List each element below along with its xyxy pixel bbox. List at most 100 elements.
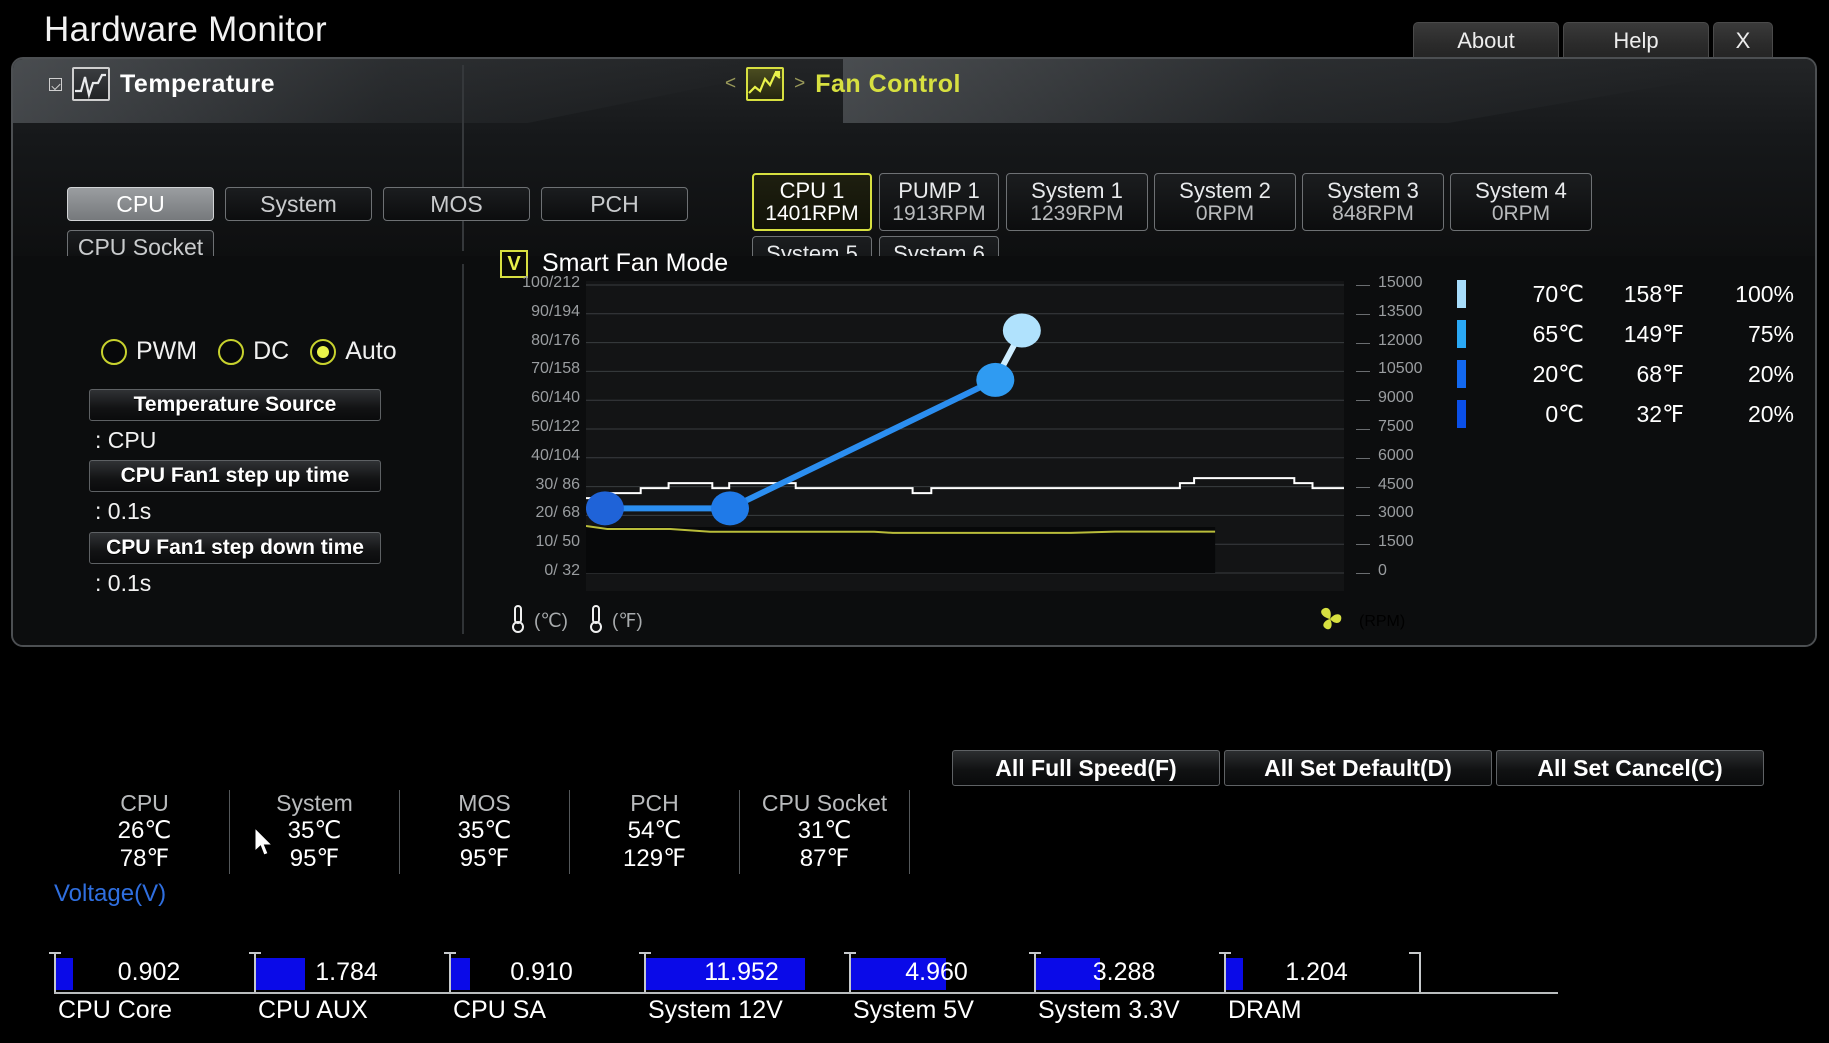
radio-dc-label: DC <box>253 337 289 366</box>
legend-percent: 20% <box>1684 401 1794 428</box>
step-down-time-value: : 0.1s <box>89 570 381 597</box>
voltage-rail-label: DRAM <box>1228 996 1302 1025</box>
temp-source-mos[interactable]: MOS <box>383 187 530 221</box>
legend-celsius: 0℃ <box>1498 401 1584 428</box>
step-up-time-label[interactable]: CPU Fan1 step up time <box>89 460 381 492</box>
chart-y-tick-right: 0 <box>1378 562 1387 580</box>
temp-summary-name: System <box>236 790 393 817</box>
fan-tab-system2[interactable]: System 2 0RPM <box>1154 173 1296 231</box>
temp-summary-celsius: 35℃ <box>406 817 563 845</box>
chart-y-tick-left: 90/194 <box>531 303 580 321</box>
temp-summary-name: CPU Socket <box>746 790 903 817</box>
chart-tick-mark <box>1356 487 1370 488</box>
fan-tab-cpu1[interactable]: CPU 1 1401RPM <box>752 173 872 231</box>
radio-auto-indicator <box>310 339 336 365</box>
legend-swatch <box>1457 400 1466 428</box>
body-divider <box>462 264 464 634</box>
voltage-rail: 1.204DRAM <box>1224 952 1419 1022</box>
voltage-rail-label: System 12V <box>648 996 783 1025</box>
temp-summary-cell: PCH 54℃ 129℉ <box>570 790 740 874</box>
header-divider <box>462 65 464 251</box>
legend-celsius: 70℃ <box>1498 281 1584 308</box>
temp-source-pch[interactable]: PCH <box>541 187 688 221</box>
chart-y-tick-right: 3000 <box>1378 504 1414 522</box>
voltage-rail-label: CPU SA <box>453 996 546 1025</box>
fan-mode-radio-group: PWM DC Auto <box>101 337 410 366</box>
temp-summary-fahrenheit: 95℉ <box>236 845 393 873</box>
page-title: Hardware Monitor <box>44 10 327 50</box>
temperature-source-label[interactable]: Temperature Source <box>89 389 381 421</box>
chart-unit-legend: (℃) (℉) <box>508 604 643 639</box>
window-controls: About Help X <box>1413 22 1773 61</box>
voltage-rail: 0.910CPU SA <box>449 952 644 1022</box>
collapse-checkbox-icon[interactable] <box>49 78 62 91</box>
close-button[interactable]: X <box>1713 22 1773 61</box>
fan-tab-pump1[interactable]: PUMP 1 1913RPM <box>879 173 999 231</box>
chart-tick-mark <box>1356 573 1370 574</box>
temperature-section-header: Temperature <box>49 67 275 101</box>
temp-source-cpu[interactable]: CPU <box>67 187 214 221</box>
fan-section-title: Fan Control <box>815 70 961 99</box>
chart-tick-mark <box>1356 515 1370 516</box>
about-button[interactable]: About <box>1413 22 1559 61</box>
legend-row: 0℃ 32℉ 20% <box>1457 394 1794 434</box>
help-button[interactable]: Help <box>1563 22 1709 61</box>
waveform-chart-icon <box>72 67 110 101</box>
all-full-speed-button[interactable]: All Full Speed(F) <box>952 750 1220 786</box>
thermometer-celsius-icon <box>508 604 528 639</box>
legend-fahrenheit: 68℉ <box>1584 361 1684 388</box>
temp-summary-fahrenheit: 87℉ <box>746 845 903 873</box>
chart-y-tick-left: 0/ 32 <box>544 562 580 580</box>
chart-tick-mark <box>1356 343 1370 344</box>
fan-tab-system3[interactable]: System 3 848RPM <box>1302 173 1444 231</box>
temp-summary-cell: CPU Socket 31℃ 87℉ <box>740 790 910 874</box>
all-set-cancel-button[interactable]: All Set Cancel(C) <box>1496 750 1764 786</box>
temp-summary-name: CPU <box>66 790 223 817</box>
chart-y-tick-left: 60/140 <box>531 389 580 407</box>
radio-dc[interactable]: DC <box>218 337 289 366</box>
radio-auto[interactable]: Auto <box>310 337 396 366</box>
next-page-arrow[interactable]: > <box>794 73 805 95</box>
chart-tick-mark <box>1356 314 1370 315</box>
fan-tab-system4[interactable]: System 4 0RPM <box>1450 173 1592 231</box>
voltage-rail-label: System 5V <box>853 996 974 1025</box>
step-down-time-label[interactable]: CPU Fan1 step down time <box>89 532 381 564</box>
legend-percent: 20% <box>1684 361 1794 388</box>
radio-pwm[interactable]: PWM <box>101 337 197 366</box>
temp-summary-celsius: 26℃ <box>66 817 223 845</box>
fan-curve-chart[interactable]: 100/21290/19480/17670/15860/14050/12240/… <box>500 281 1430 591</box>
temp-source-system[interactable]: System <box>225 187 372 221</box>
fan-chart-icon <box>746 67 784 101</box>
step-down-time-field: CPU Fan1 step down time : 0.1s <box>89 532 381 597</box>
chart-y-tick-left: 80/176 <box>531 332 580 350</box>
voltage-rail: 4.960System 5V <box>849 952 1034 1022</box>
temp-summary-cell: MOS 35℃ 95℉ <box>400 790 570 874</box>
temp-summary-fahrenheit: 78℉ <box>66 845 223 873</box>
all-set-default-button[interactable]: All Set Default(D) <box>1224 750 1492 786</box>
chart-plot-area[interactable] <box>586 281 1344 591</box>
chart-y-tick-left: 100/212 <box>522 274 580 292</box>
chart-y-tick-left: 20/ 68 <box>536 504 580 522</box>
radio-pwm-label: PWM <box>136 337 197 366</box>
step-up-time-value: : 0.1s <box>89 498 381 525</box>
chart-y-tick-right: 4500 <box>1378 476 1414 494</box>
voltage-rail-value: 11.952 <box>644 958 839 987</box>
radio-dc-indicator <box>218 339 244 365</box>
voltage-rail-label: CPU AUX <box>258 996 368 1025</box>
fan-section-header: < > Fan Control <box>725 67 961 101</box>
chart-y-tick-right: 1500 <box>1378 533 1414 551</box>
temp-summary-cell: System 35℃ 95℉ <box>230 790 400 874</box>
legend-percent: 75% <box>1684 321 1794 348</box>
voltage-bars: 0.902CPU Core1.784CPU AUX0.910CPU SA11.9… <box>54 952 1554 1022</box>
legend-percent: 100% <box>1684 281 1794 308</box>
bulk-action-buttons: All Full Speed(F) All Set Default(D) All… <box>952 750 1764 786</box>
chart-y-tick-right: 12000 <box>1378 332 1423 350</box>
temp-summary-celsius: 31℃ <box>746 817 903 845</box>
legend-row: 65℃ 149℉ 75% <box>1457 314 1794 354</box>
fan-tab-system1[interactable]: System 1 1239RPM <box>1006 173 1148 231</box>
prev-page-arrow[interactable]: < <box>725 73 736 95</box>
radio-auto-label: Auto <box>345 337 396 366</box>
chart-y-tick-left: 40/104 <box>531 447 580 465</box>
chart-y-tick-right: 10500 <box>1378 360 1423 378</box>
voltage-rail-value: 1.784 <box>254 958 439 987</box>
